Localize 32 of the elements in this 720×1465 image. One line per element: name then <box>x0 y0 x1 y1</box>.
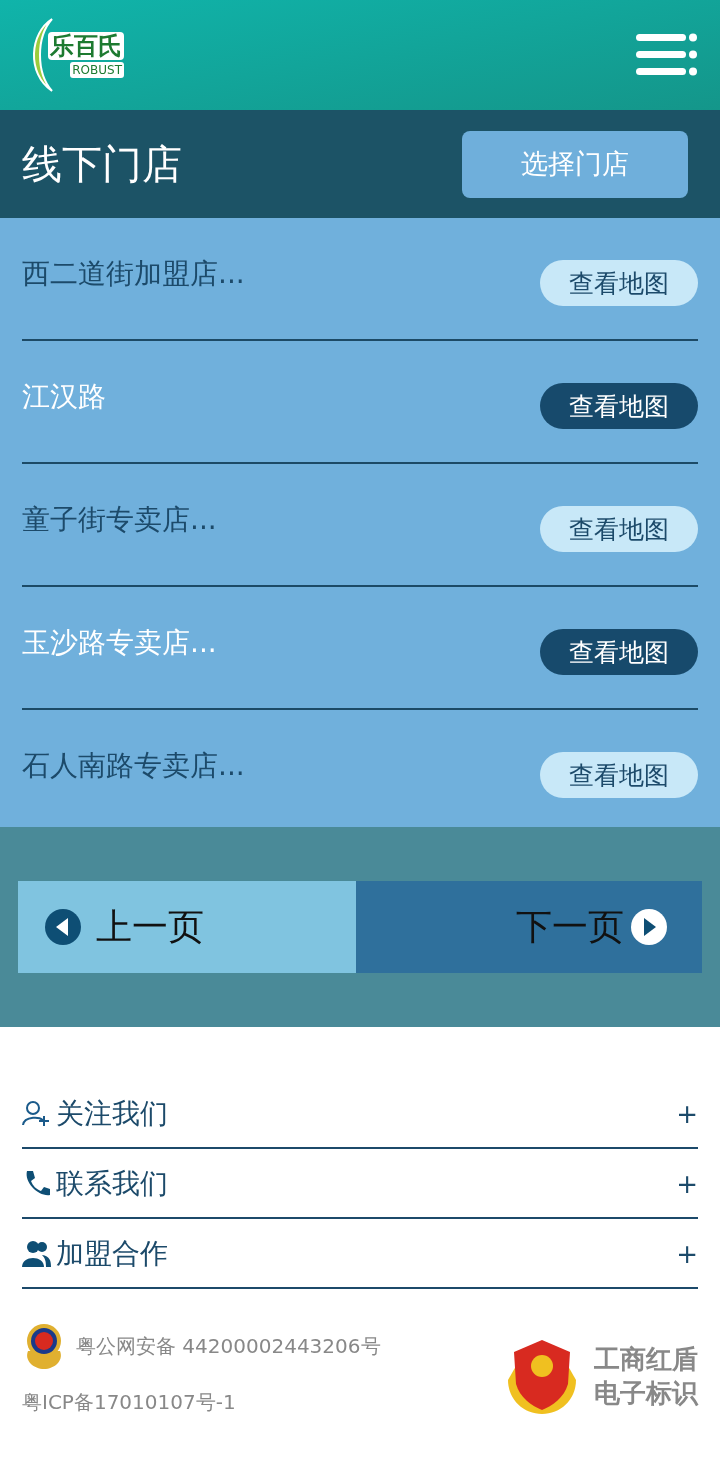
shield-badge[interactable]: 工商红盾 电子标识 <box>504 1335 698 1416</box>
badge-label: 工商红盾 <box>594 1342 698 1376</box>
expand-toggle[interactable]: + <box>676 1099 698 1129</box>
add-user-icon <box>22 1099 52 1129</box>
store-name[interactable]: 童子街专卖店... <box>22 490 217 550</box>
view-map-button[interactable]: 查看地图 <box>540 260 698 306</box>
store-name[interactable]: 西二道街加盟店... <box>22 244 245 304</box>
expand-toggle[interactable]: + <box>676 1239 698 1269</box>
icp-record-text[interactable]: 粤ICP备17010107号-1 <box>22 1389 381 1416</box>
footer-link-label: 加盟合作 <box>56 1236 169 1272</box>
police-record-text[interactable]: 粤公网安备 44200002443206号 <box>76 1332 381 1360</box>
footer-link[interactable]: 加盟合作 + <box>22 1219 698 1289</box>
expand-toggle[interactable]: + <box>676 1169 698 1199</box>
view-map-button[interactable]: 查看地图 <box>540 629 698 675</box>
view-map-button[interactable]: 查看地图 <box>540 506 698 552</box>
view-map-button[interactable]: 查看地图 <box>540 383 698 429</box>
previous-page-button[interactable]: 上一页 <box>18 881 356 973</box>
view-map-button[interactable]: 查看地图 <box>540 752 698 798</box>
badge-label: 电子标识 <box>594 1376 698 1410</box>
footer-link-label: 联系我们 <box>56 1166 169 1202</box>
logo[interactable]: 乐百氏 ROBUST <box>22 15 124 95</box>
menu-icon <box>636 32 698 78</box>
people-icon <box>22 1239 52 1269</box>
page-title: 线下门店 <box>22 139 182 189</box>
footer-link[interactable]: 联系我们 + <box>22 1149 698 1219</box>
logo-sub: ROBUST <box>70 62 124 78</box>
next-page-button[interactable]: 下一页 <box>356 881 702 973</box>
logo-name: 乐百氏 <box>48 32 124 60</box>
store-name[interactable]: 石人南路专卖店... <box>22 736 245 796</box>
menu-button[interactable] <box>636 32 698 78</box>
footer-link[interactable]: 关注我们 + <box>22 1079 698 1149</box>
footer-link-label: 关注我们 <box>56 1096 169 1132</box>
